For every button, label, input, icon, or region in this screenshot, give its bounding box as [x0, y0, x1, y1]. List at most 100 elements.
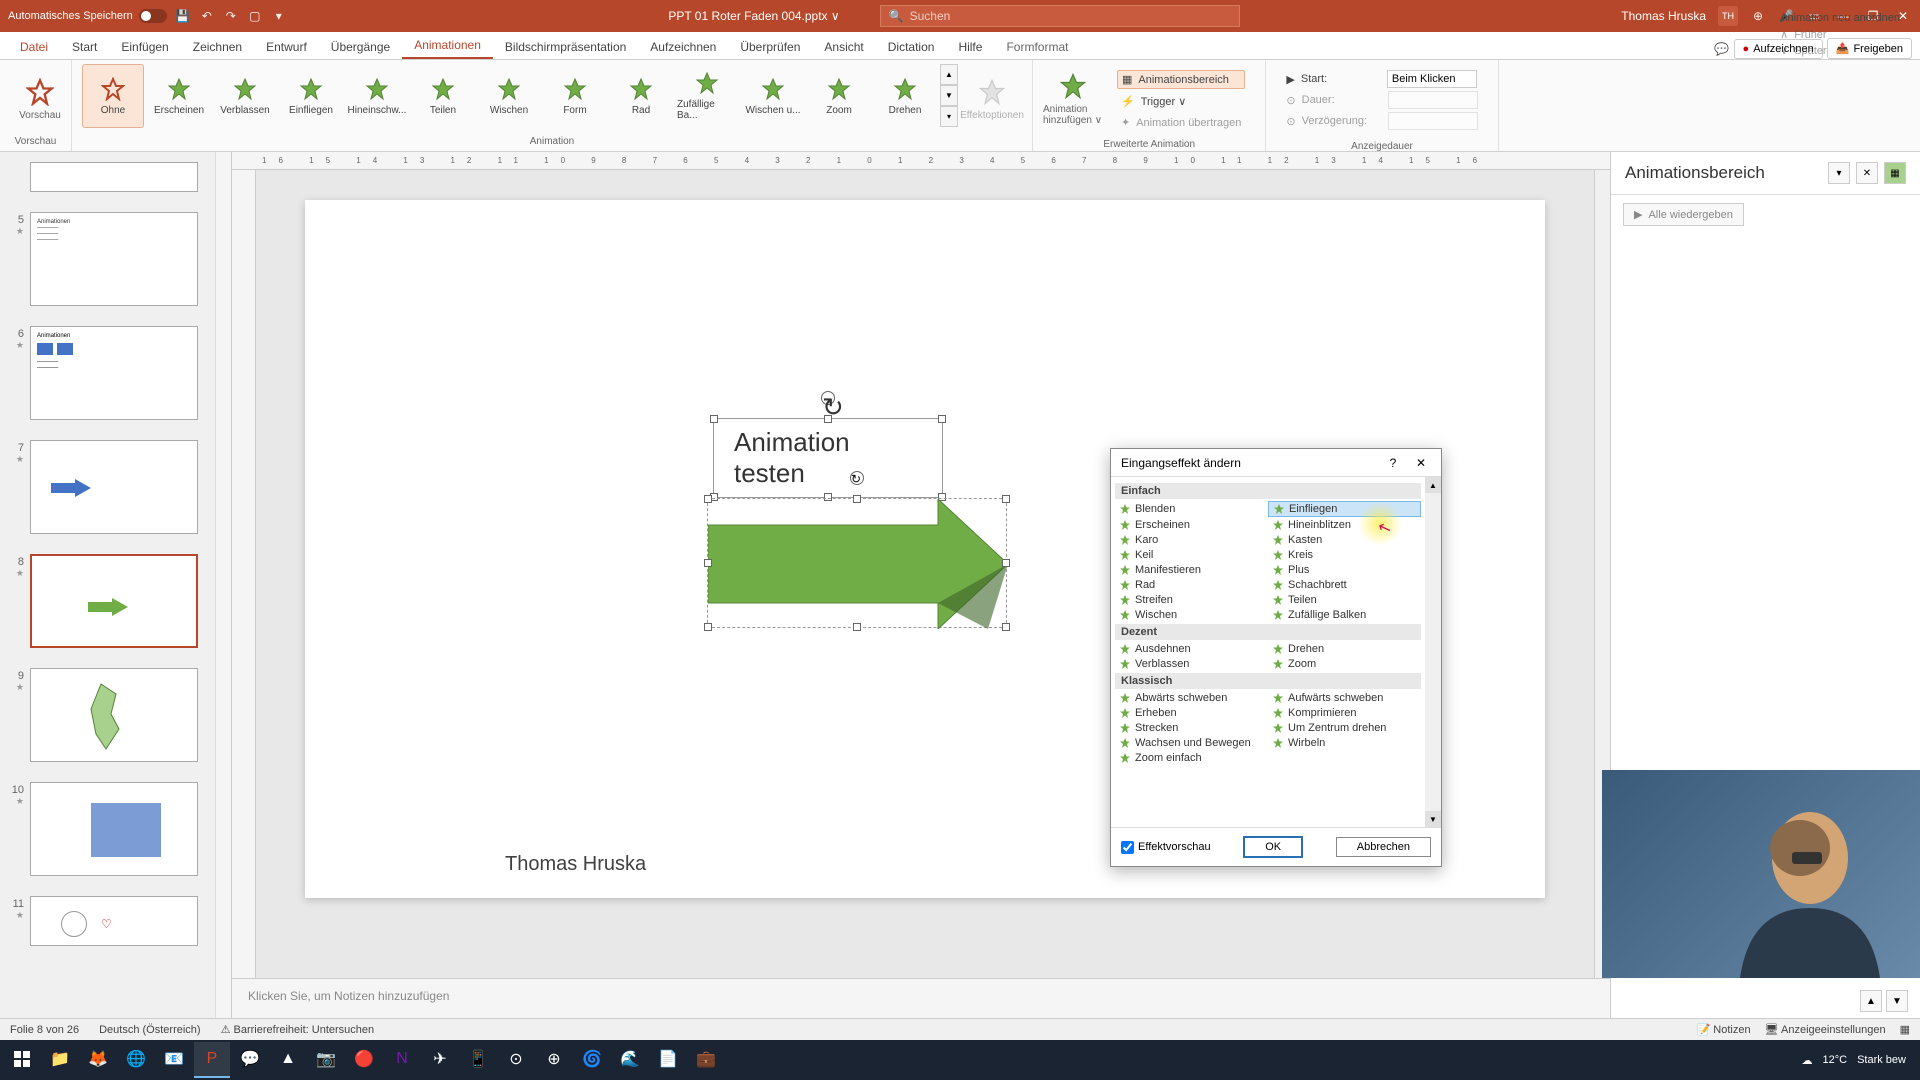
effect-item[interactable]: Zufällige Balken [1268, 608, 1421, 622]
slide-thumb-11[interactable]: ♡ [30, 896, 198, 946]
effect-item[interactable]: Strecken [1115, 721, 1268, 735]
effect-item[interactable]: Karo [1115, 533, 1268, 547]
pane-close[interactable]: ✕ [1856, 162, 1878, 184]
anim-teilen[interactable]: Teilen [412, 64, 474, 128]
tab-hilfe[interactable]: Hilfe [946, 35, 994, 59]
thumb-scrollbar[interactable] [215, 152, 231, 1018]
move-up-button[interactable]: ▲ [1860, 990, 1882, 1012]
chrome-icon[interactable]: 🌐 [118, 1042, 154, 1078]
rotation-handle[interactable]: ↻ [850, 471, 864, 485]
effect-item[interactable]: Rad [1115, 578, 1268, 592]
slide-thumb[interactable] [30, 162, 198, 192]
undo-icon[interactable]: ↶ [199, 8, 215, 24]
checkbox-input[interactable] [1121, 841, 1134, 854]
effect-item[interactable]: Drehen [1268, 642, 1421, 656]
anim-wischen-u[interactable]: Wischen u... [742, 64, 804, 128]
comments-icon[interactable]: 💬 [1714, 41, 1730, 57]
tab-animationen[interactable]: Animationen [402, 33, 493, 59]
effect-item[interactable]: Um Zentrum drehen [1268, 721, 1421, 735]
effect-item[interactable]: Komprimieren [1268, 706, 1421, 720]
add-animation-button[interactable]: Animation hinzufügen ∨ [1043, 64, 1103, 134]
animation-pane-button[interactable]: ▦Animationsbereich [1117, 70, 1245, 89]
effect-item[interactable]: Kreis [1268, 548, 1421, 562]
tab-einfuegen[interactable]: Einfügen [109, 35, 180, 59]
tab-entwurf[interactable]: Entwurf [254, 35, 319, 59]
thumbnail-panel[interactable]: 5★Animationen─────────────── 6★Animation… [0, 152, 232, 1018]
history-icon[interactable]: ⊕ [1750, 8, 1766, 24]
redo-icon[interactable]: ↷ [223, 8, 239, 24]
pane-dropdown[interactable]: ▾ [1828, 162, 1850, 184]
trigger-button[interactable]: ⚡Trigger ∨ [1117, 93, 1245, 110]
document-title[interactable]: PPT 01 Roter Faden 004.pptx ∨ [668, 9, 839, 23]
effect-item[interactable]: Zoom einfach [1115, 751, 1268, 765]
app-icon[interactable]: 📄 [650, 1042, 686, 1078]
effect-item[interactable]: Plus [1268, 563, 1421, 577]
tab-ansicht[interactable]: Ansicht [812, 35, 875, 59]
tab-datei[interactable]: Datei [8, 35, 60, 59]
effect-item[interactable]: Manifestieren [1115, 563, 1268, 577]
anim-form[interactable]: Form [544, 64, 606, 128]
explorer-icon[interactable]: 📁 [42, 1042, 78, 1078]
gallery-down[interactable]: ▼ [940, 85, 958, 106]
accessibility-check[interactable]: ⚠ Barrierefreiheit: Untersuchen [221, 1023, 375, 1036]
anim-drehen[interactable]: Drehen [874, 64, 936, 128]
effect-item[interactable]: Teilen [1268, 593, 1421, 607]
gallery-up[interactable]: ▲ [940, 64, 958, 85]
effect-item[interactable]: Erheben [1115, 706, 1268, 720]
arrow-shape-selected[interactable]: ↻ [707, 498, 1007, 628]
slide-thumb-10[interactable] [30, 782, 198, 876]
cancel-button[interactable]: Abbrechen [1336, 837, 1431, 857]
effect-item[interactable]: Abwärts schweben [1115, 691, 1268, 705]
slide-thumb-7[interactable] [30, 440, 198, 534]
slide-thumb-6[interactable]: Animationen────────── [30, 326, 198, 420]
vlc-icon[interactable]: ▲ [270, 1042, 306, 1078]
app-icon[interactable]: 📷 [308, 1042, 344, 1078]
start-input[interactable] [1387, 70, 1477, 88]
notes-toggle[interactable]: 📝 Notizen [1697, 1023, 1751, 1036]
pane-dock[interactable]: ▦ [1884, 162, 1906, 184]
tab-uebergaenge[interactable]: Übergänge [319, 35, 402, 59]
effect-item[interactable]: Zoom [1268, 657, 1421, 671]
effect-item[interactable]: Schachbrett [1268, 578, 1421, 592]
tab-start[interactable]: Start [60, 35, 109, 59]
move-down-button[interactable]: ▼ [1886, 990, 1908, 1012]
resize-handle[interactable] [1002, 623, 1010, 631]
search-input[interactable]: 🔍 Suchen [880, 5, 1240, 27]
tab-bildschirmpraesentation[interactable]: Bildschirmpräsentation [493, 35, 638, 59]
tab-aufzeichnen[interactable]: Aufzeichnen [638, 35, 728, 59]
notes-pane[interactable]: Klicken Sie, um Notizen hinzuzufügen [232, 978, 1610, 1018]
tab-zeichnen[interactable]: Zeichnen [181, 35, 254, 59]
help-button[interactable]: ? [1383, 453, 1403, 473]
app-icon[interactable]: 💼 [688, 1042, 724, 1078]
app-icon[interactable]: 📱 [460, 1042, 496, 1078]
resize-handle[interactable] [704, 495, 712, 503]
edge-icon[interactable]: 🌊 [612, 1042, 648, 1078]
effect-scrollbar[interactable]: ▲ ▼ [1425, 477, 1441, 827]
anim-wischen[interactable]: Wischen [478, 64, 540, 128]
resize-handle[interactable] [710, 415, 718, 423]
present-icon[interactable]: ▢ [247, 8, 263, 24]
resize-handle[interactable] [1002, 495, 1010, 503]
save-icon[interactable]: 💾 [175, 8, 191, 24]
resize-handle[interactable] [1002, 559, 1010, 567]
effect-item[interactable]: Kasten [1268, 533, 1421, 547]
play-all-button[interactable]: ▶Alle wiedergeben [1623, 203, 1744, 226]
slide-thumb-5[interactable]: Animationen─────────────── [30, 212, 198, 306]
resize-handle[interactable] [853, 623, 861, 631]
resize-handle[interactable] [938, 415, 946, 423]
effect-item[interactable]: Hineinblitzen [1268, 518, 1421, 532]
effect-item[interactable]: Blenden [1115, 501, 1268, 517]
autosave-toggle[interactable]: Automatisches Speichern [8, 9, 167, 23]
resize-handle[interactable] [824, 415, 832, 423]
powerpoint-icon[interactable]: P [194, 1042, 230, 1078]
language-indicator[interactable]: Deutsch (Österreich) [99, 1024, 200, 1036]
preview-button[interactable]: Vorschau [10, 64, 70, 134]
anim-zoom[interactable]: Zoom [808, 64, 870, 128]
anim-ohne[interactable]: Ohne [82, 64, 144, 128]
display-settings[interactable]: 🖥 Anzeigeeinstellungen [1765, 1023, 1886, 1036]
tab-formformat[interactable]: Formformat [994, 35, 1080, 59]
effect-item[interactable]: Wachsen und Bewegen [1115, 736, 1268, 750]
resize-handle[interactable] [704, 623, 712, 631]
tab-ueberpruefen[interactable]: Überprüfen [728, 35, 812, 59]
gallery-more[interactable]: ▾ [940, 106, 958, 127]
